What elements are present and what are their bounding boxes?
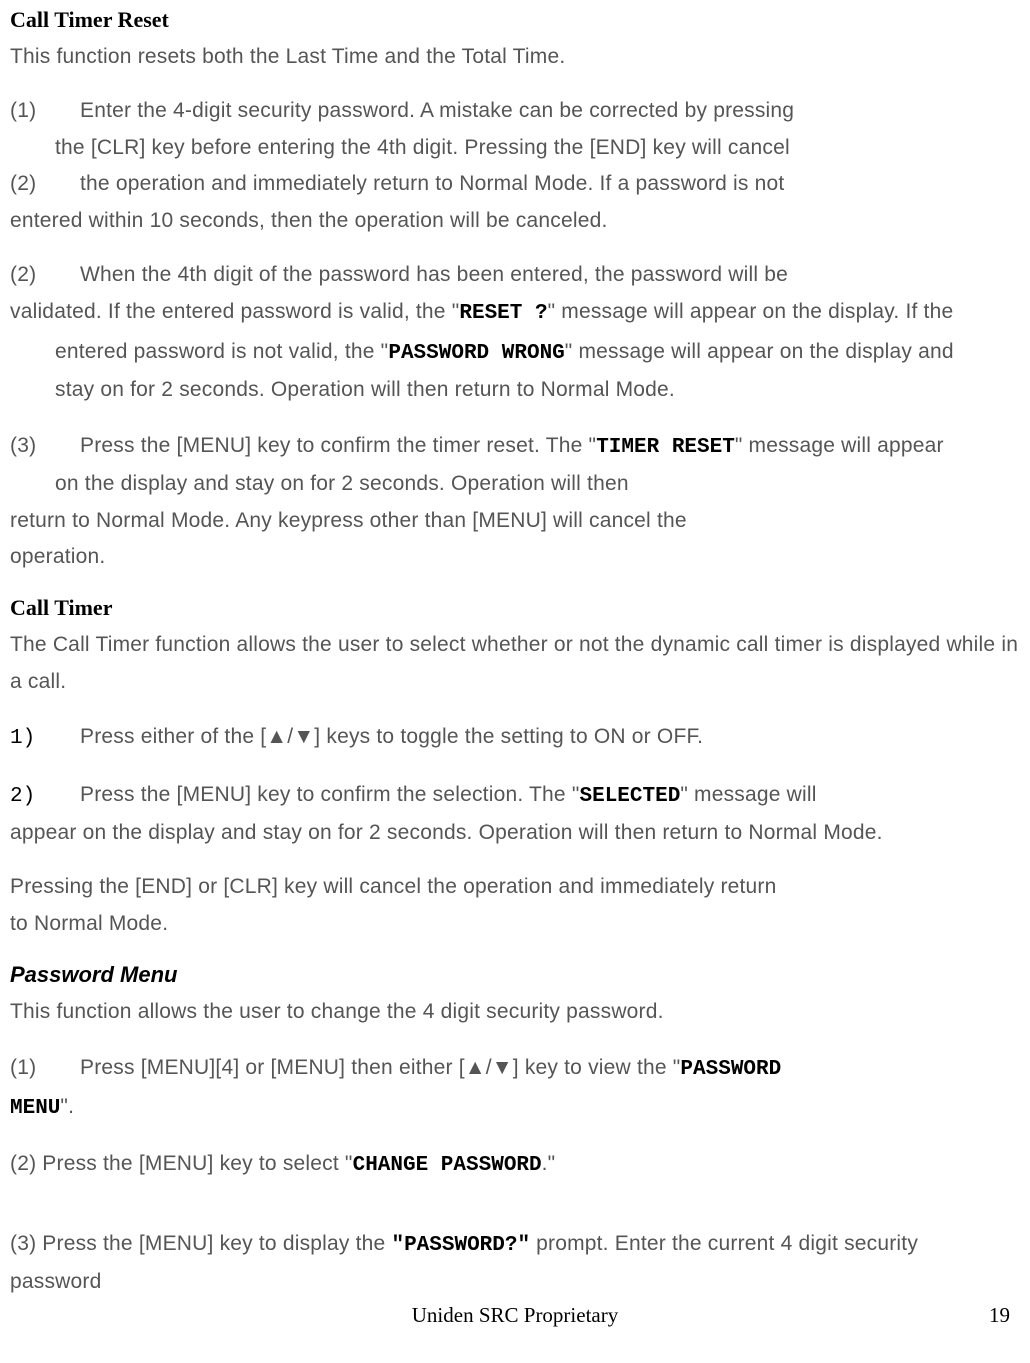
step-2-line1: (2)When the 4th digit of the password ha… <box>10 260 1020 290</box>
text: When the 4th digit of the password has b… <box>80 263 788 286</box>
msg-password-prompt: "PASSWORD?" <box>391 1234 530 1257</box>
pm-step-1-line2: MENU". <box>10 1091 1020 1124</box>
text: " message will appear on the display and <box>565 340 954 363</box>
heading-password-menu: Password Menu <box>10 962 177 987</box>
step-2-line2: validated. If the entered password is va… <box>10 296 1020 329</box>
pm-step-1-line1: (1)Press [MENU][4] or [MENU] then either… <box>10 1052 1020 1085</box>
page-number: 19 <box>989 1303 1010 1328</box>
step-3-line2: on the display and stay on for 2 seconds… <box>55 469 1020 499</box>
msg-password-wrong: PASSWORD WRONG <box>388 342 564 365</box>
pm-step-3-line2: password <box>10 1267 1020 1297</box>
text: ". <box>60 1095 74 1118</box>
ct-note-1: Pressing the [END] or [CLR] key will can… <box>10 872 1020 902</box>
msg-password: PASSWORD <box>680 1058 781 1081</box>
step-1-line3: (2)the operation and immediately return … <box>10 169 1020 199</box>
text: validated. If the entered password is va… <box>10 300 459 323</box>
text: " message will <box>680 783 816 806</box>
password-intro: This function allows the user to change … <box>10 997 1020 1027</box>
step-2-line4: stay on for 2 seconds. Operation will th… <box>55 375 1020 405</box>
num-2: (2) <box>10 260 80 290</box>
text: ." <box>542 1152 556 1175</box>
text: Enter the 4-digit security password. A m… <box>80 99 794 122</box>
msg-selected: SELECTED <box>580 785 681 808</box>
ct-note-2: to Normal Mode. <box>10 909 1020 939</box>
msg-menu: MENU <box>10 1097 60 1120</box>
text: " message will appear <box>735 434 944 457</box>
text: (3) Press the [MENU] key to display the <box>10 1232 391 1255</box>
step-2-line3: entered password is not valid, the "PASS… <box>55 336 1020 369</box>
step-1-line2: the [CLR] key before entering the 4th di… <box>55 133 1020 163</box>
step-3-line1: (3)Press the [MENU] key to confirm the t… <box>10 430 1020 463</box>
num-ct2: 2) <box>10 782 80 812</box>
text: the operation and immediately return to … <box>80 172 784 195</box>
step-3-line3: return to Normal Mode. Any keypress othe… <box>10 506 1020 536</box>
arrow-keys-icon: [▲/▼] <box>459 1056 519 1079</box>
call-timer-intro-2: a call. <box>10 667 1020 697</box>
msg-change-password: CHANGE PASSWORD <box>353 1154 542 1177</box>
footer-center: Uniden SRC Proprietary <box>20 1303 1010 1328</box>
pm-step-2: (2) Press the [MENU] key to select "CHAN… <box>10 1148 1020 1181</box>
text: " message will appear on the display. If… <box>548 300 954 323</box>
ct-step-2-line1: 2)Press the [MENU] key to confirm the se… <box>10 779 1020 812</box>
pm-step-3-line1: (3) Press the [MENU] key to display the … <box>10 1228 1020 1261</box>
text: (2) Press the [MENU] key to select " <box>10 1152 353 1175</box>
text: Press either of the <box>80 725 260 748</box>
arrow-keys-icon: [▲/▼] <box>260 725 320 748</box>
heading-call-timer: Call Timer <box>10 595 112 620</box>
ct-step-2-line2: appear on the display and stay on for 2 … <box>10 818 1020 848</box>
num-pm1: (1) <box>10 1053 80 1083</box>
call-timer-intro-1: The Call Timer function allows the user … <box>10 630 1020 660</box>
msg-reset: RESET ? <box>459 302 547 325</box>
ct-step-1: 1)Press either of the [▲/▼] keys to togg… <box>10 721 1020 754</box>
text: Press [MENU][4] or [MENU] then either <box>80 1056 459 1079</box>
text: keys to toggle the setting to ON or OFF. <box>320 725 703 748</box>
text: entered password is not valid, the " <box>55 340 388 363</box>
text: key to view the " <box>519 1056 681 1079</box>
text: Press the [MENU] key to confirm the sele… <box>80 783 580 806</box>
intro-reset: This function resets both the Last Time … <box>10 42 1020 72</box>
num-3: (3) <box>10 431 80 461</box>
heading-call-timer-reset: Call Timer Reset <box>10 7 169 32</box>
num-ct1: 1) <box>10 724 80 754</box>
step-1-line4: entered within 10 seconds, then the oper… <box>10 206 1020 236</box>
step-1-line1: (1)Enter the 4-digit security password. … <box>10 96 1020 126</box>
text: Press the [MENU] key to confirm the time… <box>80 434 596 457</box>
text: prompt. Enter the current 4 digit securi… <box>530 1232 918 1255</box>
msg-timer-reset: TIMER RESET <box>596 436 735 459</box>
step-3-line4: operation. <box>10 542 1020 572</box>
num-1: (1) <box>10 96 80 126</box>
num-2a: (2) <box>10 169 80 199</box>
